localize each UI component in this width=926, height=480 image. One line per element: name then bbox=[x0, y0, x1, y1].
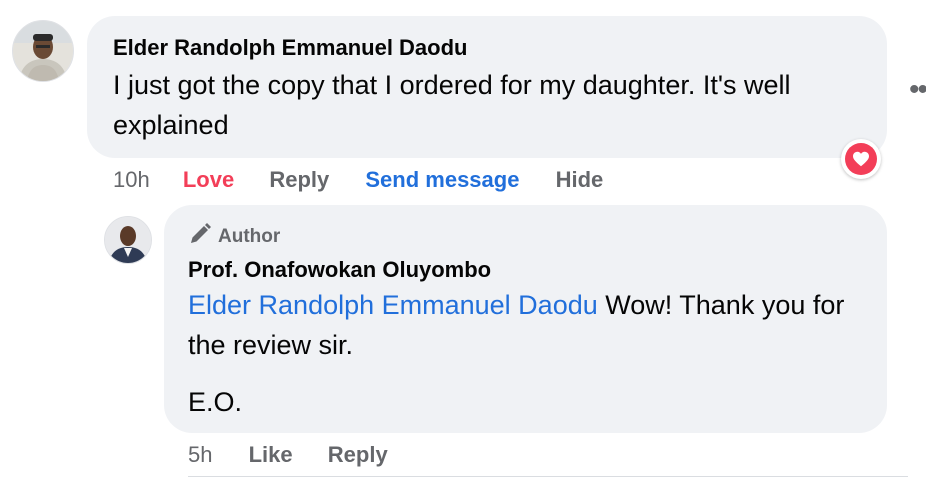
reply-timestamp[interactable]: 5h bbox=[188, 442, 212, 467]
reply-text: Elder Randolph Emmanuel Daodu Wow! Thank… bbox=[188, 285, 848, 365]
reply-signature: E.O. bbox=[188, 387, 243, 417]
more-options-icon[interactable]: •• bbox=[909, 75, 926, 105]
reply-button[interactable]: Reply bbox=[269, 167, 329, 192]
thread-divider bbox=[188, 476, 908, 477]
pen-icon bbox=[188, 222, 212, 252]
mention-link[interactable]: Elder Randolph Emmanuel Daodu bbox=[188, 290, 598, 320]
reply-author-avatar[interactable] bbox=[104, 216, 152, 264]
comment-text: I just got the copy that I ordered for m… bbox=[113, 70, 791, 140]
author-badge-label: Author bbox=[218, 226, 281, 247]
commenter-avatar[interactable] bbox=[12, 20, 74, 82]
reply-author-name[interactable]: Prof. Onafowokan Oluyombo bbox=[188, 257, 491, 283]
comment-author-name[interactable]: Elder Randolph Emmanuel Daodu bbox=[113, 35, 467, 61]
heart-icon bbox=[845, 143, 877, 175]
comment-timestamp[interactable]: 10h bbox=[113, 167, 150, 192]
love-button[interactable]: Love bbox=[183, 167, 234, 192]
author-badge: Author bbox=[188, 222, 280, 252]
reply-actions: 5h Like Reply bbox=[188, 442, 388, 468]
reply-reply-button[interactable]: Reply bbox=[328, 442, 388, 467]
comment-actions: 10h Love Reply Send message Hide bbox=[113, 167, 603, 193]
like-button[interactable]: Like bbox=[249, 442, 293, 467]
hide-button[interactable]: Hide bbox=[556, 167, 604, 192]
reaction-summary[interactable] bbox=[841, 139, 881, 179]
send-message-button[interactable]: Send message bbox=[365, 167, 519, 192]
